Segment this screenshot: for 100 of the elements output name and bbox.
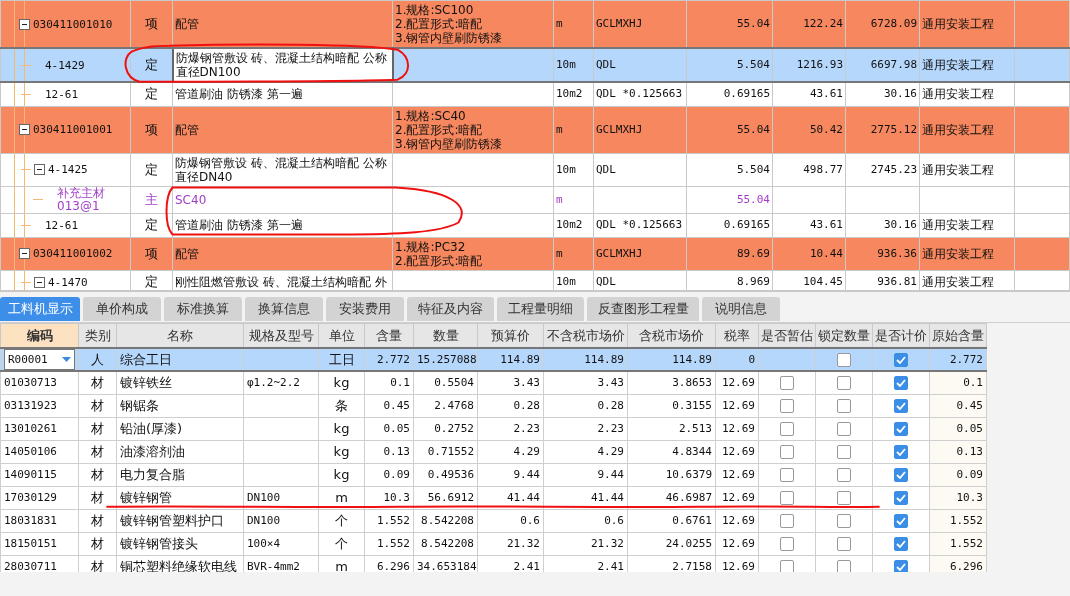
table-cell: 9.44 [513, 468, 540, 481]
table-cell: 通用安装工程 [922, 17, 994, 31]
item-code: 12-61 [45, 218, 79, 232]
tab[interactable]: 单价构成 [83, 297, 161, 321]
table-cell: 0.45 [383, 399, 410, 412]
checkbox[interactable] [894, 421, 908, 436]
table-cell: 03131923 [4, 399, 57, 412]
checkbox[interactable] [780, 513, 794, 528]
checkbox[interactable] [837, 375, 851, 390]
table-cell: 10.3 [383, 491, 410, 504]
tab[interactable]: 特征及内容 [407, 297, 494, 321]
column-header[interactable]: 名称 [116, 323, 244, 348]
checkbox[interactable] [894, 490, 908, 505]
column-header[interactable]: 含税市场价 [627, 323, 716, 348]
type-label: 定 [145, 86, 158, 102]
checkbox[interactable] [780, 559, 794, 572]
table-row[interactable]: 01030713 材 镀锌铁丝 φ1.2~2.2 kg 0.1 0.5504 3.43 3.43 3.8653 12.69 0.1 [0, 371, 987, 394]
checkbox[interactable] [894, 352, 908, 367]
checkbox[interactable] [837, 490, 851, 505]
table-row[interactable]: 14090115 材 电力复合脂 kg 0.09 0.49536 9.44 9.44 10.6379 12.69 0.09 [0, 463, 987, 486]
code-dropdown[interactable]: R00001 [4, 350, 75, 369]
table-row[interactable]: 28030711 材 铜芯塑料绝缘软电线 BVR-4mm2 m 6.296 34.653184 2.41 2.41 2.7158 12.69 6.296 [0, 555, 987, 572]
table-cell: 43.61 [809, 87, 843, 101]
item-name: 配管 [175, 122, 200, 137]
feature-line: 2.配置形式:暗配 [395, 17, 484, 31]
checkbox[interactable] [837, 398, 851, 413]
table-cell: 17030129 [4, 491, 57, 504]
tab[interactable]: 工程量明细 [497, 297, 584, 321]
tab[interactable]: 反查图形工程量 [587, 297, 699, 321]
table-cell: 8.969 [736, 275, 770, 288]
checkbox[interactable] [780, 444, 794, 459]
table-cell: 0.69165 [723, 218, 770, 231]
collapse-icon[interactable] [34, 164, 45, 175]
checkbox[interactable] [780, 375, 794, 390]
table-row[interactable]: 补充主材 013@1 主 SC40 m 55.04 [0, 186, 1070, 213]
item-name: 刚性阻燃管敷设 砖、混凝土结构暗配 外 [175, 275, 388, 289]
checkbox[interactable] [780, 398, 794, 413]
table-cell: 8.542208 [421, 537, 474, 550]
checkbox[interactable] [780, 421, 794, 436]
checkbox[interactable] [837, 559, 851, 572]
table-cell: 10m2 [556, 218, 583, 231]
tab[interactable]: 说明信息 [702, 297, 780, 321]
collapse-icon[interactable] [19, 18, 30, 30]
table-row[interactable]: R00001 人 综合工日 工日 2.772 15.257088 114.89 114.89 114.89 0 2.772 [0, 348, 987, 371]
tab[interactable]: 标准换算 [164, 297, 242, 321]
table-row[interactable]: 03131923 材 钢锯条 条 0.45 2.4768 0.28 0.28 0.3155 12.69 0.45 [0, 394, 987, 417]
table-cell: 1.552 [376, 537, 410, 550]
table-cell: 3.8653 [672, 376, 712, 390]
table-cell: 24.0255 [665, 537, 712, 550]
table-cell: 15.257088 [417, 353, 477, 366]
table-cell: m [556, 122, 563, 136]
table-row[interactable]: 14050106 材 油漆溶剂油 kg 0.13 0.71552 4.29 4.29 4.8344 12.69 0.13 [0, 440, 987, 463]
table-row[interactable]: 030411001010 项 配管 1.规格:SC100 2.配置形式:暗配 3.钢管内壁刷防锈漆 m GCLMXHJ 55.04 122.24 6728.09 通用安装工程 [0, 0, 1070, 48]
table-cell: 材 [91, 397, 104, 413]
table-row[interactable]: 4-1425 定 防爆钢管敷设 砖、混凝土结构暗配 公称直径DN40 10m QDL 5.504 498.77 2745.23 通用安装工程 [0, 153, 1070, 186]
checkbox[interactable] [894, 444, 908, 459]
table-row[interactable]: 13010261 材 铅油(厚漆) kg 0.05 0.2752 2.23 2.23 2.513 12.69 0.05 [0, 417, 987, 440]
checkbox[interactable] [894, 513, 908, 528]
table-cell: 30.16 [883, 218, 917, 231]
column-header[interactable]: 编码 [0, 323, 79, 348]
checkbox[interactable] [837, 513, 851, 528]
table-cell: 0.6 [604, 514, 624, 527]
checkbox[interactable] [894, 398, 908, 413]
table-cell: 0.3155 [672, 399, 712, 412]
table-row[interactable]: 18150151 材 镀锌钢管接头 100×4 个 1.552 8.542208 21.32 21.32 24.0255 12.69 1.552 [0, 532, 987, 555]
table-cell: 1.552 [376, 514, 410, 527]
collapse-icon[interactable] [19, 124, 30, 135]
checkbox[interactable] [780, 490, 794, 505]
type-label: 项 [145, 16, 158, 31]
table-cell: 28030711 [4, 560, 57, 572]
table-row[interactable]: 4-1470 定 刚性阻燃管敷设 砖、混凝土结构暗配 外 10m QDL 8.969 104.45 936.81 通用安装工程 [0, 270, 1070, 290]
table-cell: 镀锌铁丝 [120, 374, 172, 390]
table-row[interactable]: 17030129 材 镀锌钢管 DN100 m 10.3 56.6912 41.44 41.44 46.6987 12.69 10.3 [0, 486, 987, 509]
checkbox[interactable] [894, 467, 908, 482]
collapse-icon[interactable] [34, 276, 45, 288]
column-header[interactable]: 不含税市场价 [543, 323, 628, 348]
table-cell: 2.772 [949, 353, 983, 366]
table-cell: 电力复合脂 [120, 466, 185, 482]
checkbox[interactable] [780, 467, 794, 482]
checkbox[interactable] [837, 421, 851, 436]
tab[interactable]: 安装费用 [326, 297, 404, 321]
tab[interactable]: 换算信息 [245, 297, 323, 321]
table-cell: 镀锌钢管接头 [120, 535, 198, 551]
collapse-icon[interactable] [19, 248, 30, 259]
table-cell: 21.32 [590, 537, 624, 550]
table-row[interactable]: 18031831 材 镀锌钢管塑料护口 DN100 个 1.552 8.542208 0.6 0.6 0.6761 12.69 1.552 [0, 509, 987, 532]
checkbox[interactable] [837, 444, 851, 459]
checkbox[interactable] [837, 536, 851, 551]
table-cell: GCLMXHJ [596, 122, 643, 136]
checkbox[interactable] [894, 559, 908, 572]
table-row[interactable]: 4-1429 定 防爆钢管敷设 砖、混凝土结构暗配 公称直径DN100 10m QDL 5.504 1216.93 6697.98 通用安装工程 [0, 48, 1070, 82]
checkbox[interactable] [894, 375, 908, 390]
checkbox[interactable] [837, 352, 851, 367]
checkbox[interactable] [837, 467, 851, 482]
table-cell: 镀锌钢管 [120, 489, 172, 505]
table-row[interactable]: 12-61 定 管道刷油 防锈漆 第一遍 10m2 QDL *0.125663 0.69165 43.61 30.16 通用安装工程 [0, 82, 1070, 106]
table-row[interactable]: 030411001002 项 配管 1.规格:PC32 2.配置形式:暗配 m GCLMXHJ 89.69 10.44 936.36 通用安装工程 [0, 237, 1070, 270]
checkbox[interactable] [894, 536, 908, 551]
table-row[interactable]: 030411001001 项 配管 1.规格:SC40 2.配置形式:暗配 3.钢管内壁刷防锈漆 m GCLMXHJ 55.04 50.42 2775.12 通用安装工程 [0, 106, 1070, 153]
checkbox[interactable] [780, 536, 794, 551]
